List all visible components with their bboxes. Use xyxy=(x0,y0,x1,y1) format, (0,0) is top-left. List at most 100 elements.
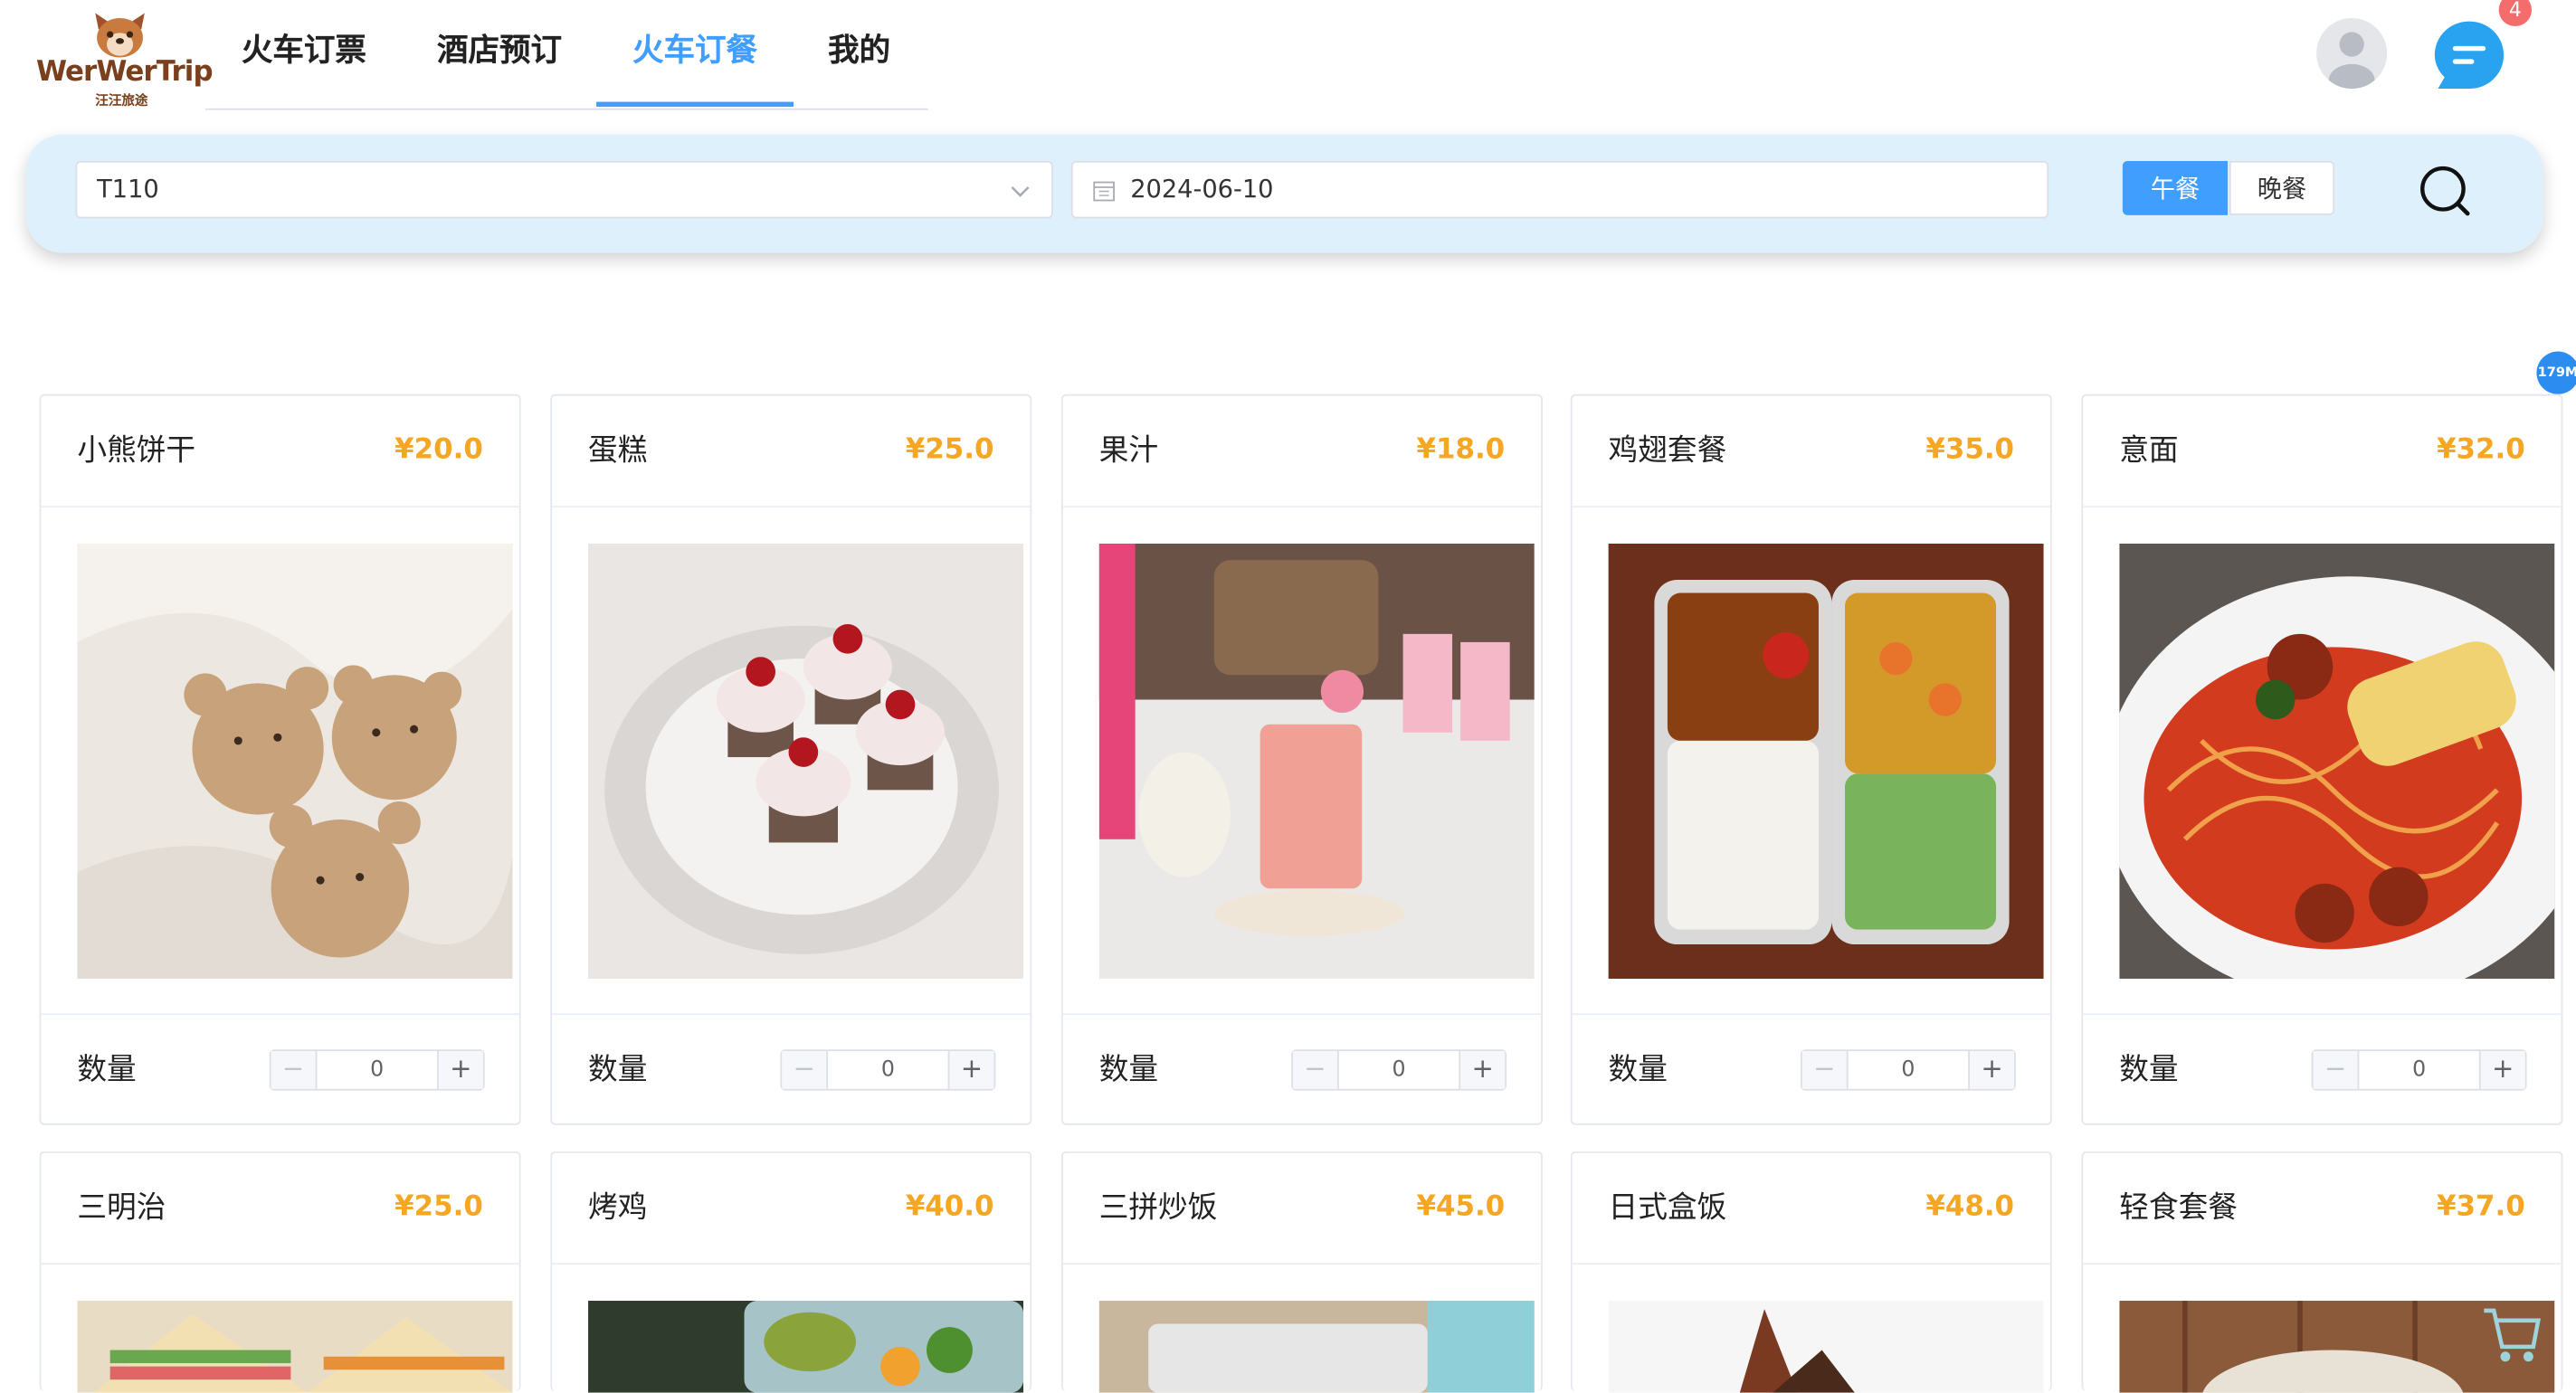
quantity-stepper: − 0 + xyxy=(780,1049,996,1091)
cherry-cupcakes-photo xyxy=(588,543,1024,980)
decrement-button[interactable]: − xyxy=(1801,1051,1849,1089)
product-name: 三明治 xyxy=(77,1190,166,1226)
quantity-value[interactable]: 0 xyxy=(2359,1051,2479,1089)
increment-button[interactable]: + xyxy=(2478,1051,2525,1089)
nav-mine[interactable]: 我的 xyxy=(794,0,925,105)
product-card: 三拼炒饭 ¥45.0 xyxy=(1060,1151,1543,1393)
card-header: 蛋糕 ¥25.0 xyxy=(552,396,1031,508)
card-header: 日式盒饭 ¥48.0 xyxy=(1572,1153,2050,1265)
juice-glass-photo xyxy=(1098,543,1535,980)
product-price: ¥20.0 xyxy=(394,433,483,467)
bear-cookies-photo xyxy=(77,543,513,980)
product-name: 日式盒饭 xyxy=(1608,1190,1727,1226)
increment-button[interactable]: + xyxy=(1968,1051,2015,1089)
product-card: 三明治 ¥25.0 xyxy=(39,1151,521,1393)
decrement-button[interactable]: − xyxy=(271,1051,318,1089)
message-count-badge: 4 xyxy=(2498,0,2532,27)
dog-mascot-icon xyxy=(95,13,145,58)
messages-button[interactable] xyxy=(2431,18,2507,94)
product-price: ¥48.0 xyxy=(1925,1190,2015,1224)
product-price: ¥25.0 xyxy=(394,1190,483,1224)
quantity-value[interactable]: 0 xyxy=(828,1051,948,1089)
card-header: 意面 ¥32.0 xyxy=(2083,396,2562,508)
card-footer: 数量 − 0 + xyxy=(41,1013,519,1124)
card-header: 鸡翅套餐 ¥35.0 xyxy=(1572,396,2050,508)
product-price: ¥18.0 xyxy=(1416,433,1506,467)
product-price: ¥37.0 xyxy=(2437,1190,2525,1224)
app-logo[interactable]: WerWerTrip 汪汪旅途 xyxy=(33,6,214,111)
card-header: 三拼炒饭 ¥45.0 xyxy=(1062,1153,1542,1265)
product-name: 果汁 xyxy=(1098,433,1159,469)
increment-button[interactable]: + xyxy=(436,1051,483,1089)
product-price: ¥25.0 xyxy=(905,433,994,467)
product-card: 蛋糕 ¥25.0 数量 − 0 + xyxy=(550,393,1032,1125)
decrement-button[interactable]: − xyxy=(782,1051,829,1089)
fried-rice-photo xyxy=(1098,1301,1535,1393)
chevron-down-icon xyxy=(1011,186,1030,197)
product-name: 意面 xyxy=(2119,433,2179,469)
nav-train-tickets[interactable]: 火车订票 xyxy=(205,0,403,105)
product-card: 鸡翅套餐 ¥35.0 数量 − 0 + xyxy=(1570,393,2052,1125)
product-card: 烤鸡 ¥40.0 xyxy=(550,1151,1032,1393)
quantity-value[interactable]: 0 xyxy=(1849,1051,1969,1089)
train-number-select[interactable]: T110 xyxy=(75,160,1053,219)
quantity-label: 数量 xyxy=(2119,1052,2179,1087)
quantity-label: 数量 xyxy=(77,1052,137,1087)
product-price: ¥45.0 xyxy=(1416,1190,1506,1224)
search-icon[interactable] xyxy=(2417,163,2473,219)
quantity-label: 数量 xyxy=(1608,1052,1668,1087)
logo-wordmark: WerWerTrip xyxy=(35,55,214,90)
calendar-icon xyxy=(1093,181,1115,202)
product-card: 轻食套餐 ¥37.0 xyxy=(2081,1151,2563,1393)
product-card: 小熊饼干 ¥20.0 数量 − 0 + xyxy=(39,393,521,1125)
logo-subtitle: 汪汪旅途 xyxy=(95,93,148,109)
decrement-button[interactable]: − xyxy=(2313,1051,2360,1089)
spaghetti-meatballs-photo xyxy=(2119,543,2555,980)
product-price: ¥40.0 xyxy=(905,1190,994,1224)
japanese-bento-photo xyxy=(1608,1301,2044,1393)
card-header: 烤鸡 ¥40.0 xyxy=(552,1153,1031,1265)
product-name: 小熊饼干 xyxy=(77,433,196,469)
product-name: 烤鸡 xyxy=(588,1190,648,1226)
quantity-value[interactable]: 0 xyxy=(1339,1051,1459,1089)
increment-button[interactable]: + xyxy=(1459,1051,1506,1089)
tab-lunch[interactable]: 午餐 xyxy=(2122,160,2229,215)
sandwich-photo xyxy=(77,1301,513,1393)
increment-button[interactable]: + xyxy=(947,1051,994,1089)
quantity-label: 数量 xyxy=(1098,1052,1159,1087)
product-name: 轻食套餐 xyxy=(2119,1190,2238,1226)
chicken-wing-bento-photo xyxy=(1608,543,2044,980)
floating-widget[interactable]: 179M xyxy=(2536,351,2576,394)
nav-hotel-booking[interactable]: 酒店预订 xyxy=(403,0,596,105)
decrement-button[interactable]: − xyxy=(1292,1051,1339,1089)
chat-bubble-icon xyxy=(2434,21,2505,90)
tab-dinner[interactable]: 晚餐 xyxy=(2229,160,2335,215)
product-name: 三拼炒饭 xyxy=(1098,1190,1218,1226)
card-header: 果汁 ¥18.0 xyxy=(1062,396,1542,508)
card-footer: 数量 − 0 + xyxy=(2083,1013,2562,1124)
card-header: 轻食套餐 ¥37.0 xyxy=(2083,1153,2562,1265)
product-card: 果汁 ¥18.0 数量 − 0 + xyxy=(1060,393,1543,1125)
shopping-cart-icon[interactable] xyxy=(2477,1301,2543,1367)
card-footer: 数量 − 0 + xyxy=(1572,1013,2050,1124)
user-avatar-icon xyxy=(2328,32,2375,90)
card-footer: 数量 − 0 + xyxy=(1062,1013,1542,1124)
product-name: 鸡翅套餐 xyxy=(1608,433,1727,469)
main-nav: 火车订票 酒店预订 火车订餐 我的 xyxy=(204,0,928,110)
date-picker[interactable]: 2024-06-10 xyxy=(1070,160,2049,219)
quantity-label: 数量 xyxy=(588,1052,648,1087)
search-bar: T110 2024-06-10 午餐 晚餐 xyxy=(26,134,2543,253)
quantity-stepper: − 0 + xyxy=(2311,1049,2527,1091)
nav-train-meals[interactable]: 火车订餐 xyxy=(596,0,794,108)
product-price: ¥35.0 xyxy=(1925,433,2015,467)
avatar[interactable] xyxy=(2316,17,2388,90)
roast-chicken-photo xyxy=(588,1301,1024,1393)
quantity-stepper: − 0 + xyxy=(269,1049,485,1091)
quantity-value[interactable]: 0 xyxy=(317,1051,437,1089)
card-header: 三明治 ¥25.0 xyxy=(41,1153,519,1265)
product-name: 蛋糕 xyxy=(588,433,648,469)
product-card: 意面 ¥32.0 数量 − 0 + xyxy=(2081,393,2563,1125)
product-price: ¥32.0 xyxy=(2437,433,2525,467)
card-footer: 数量 − 0 + xyxy=(552,1013,1031,1124)
train-number-value: T110 xyxy=(97,174,159,204)
